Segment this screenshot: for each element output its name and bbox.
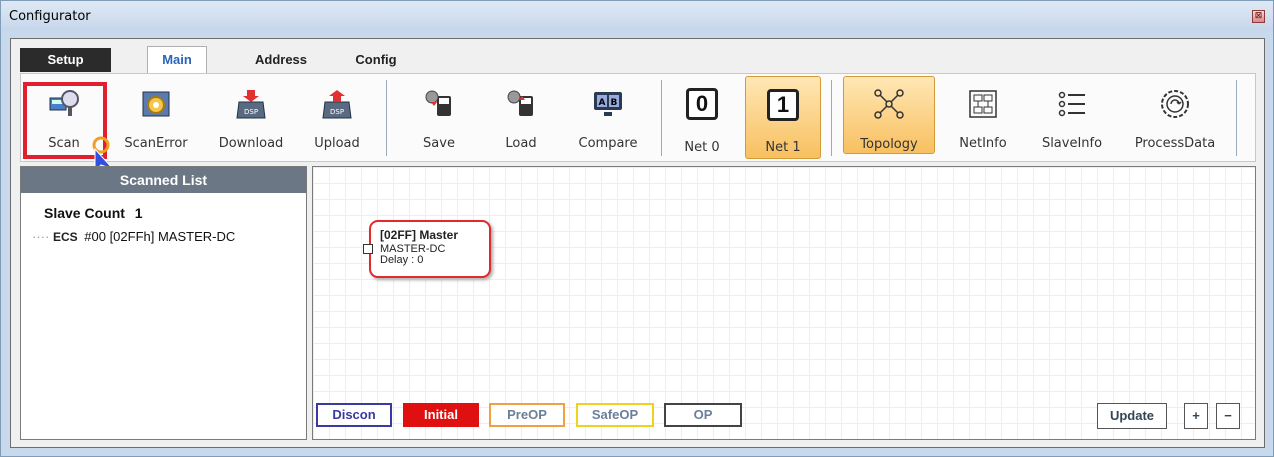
save-icon: [425, 90, 451, 116]
client-area: Setup Main Address Config Scan ScanError…: [10, 38, 1265, 448]
topology-button[interactable]: Topology: [843, 76, 935, 154]
node-title: [02FF] Master: [380, 228, 459, 242]
slave-item-label: #00 [02FFh] MASTER-DC: [84, 229, 236, 244]
download-button[interactable]: DSP Download: [214, 74, 288, 163]
main-ribbon: Scan ScanError DSP Download DSP Upload S…: [20, 73, 1256, 162]
net0-button[interactable]: 0 Net 0: [671, 74, 733, 163]
list-item[interactable]: ···· ECS #00 [02FFh] MASTER-DC: [32, 229, 235, 244]
master-node[interactable]: [02FF] Master MASTER-DC Delay : 0: [363, 220, 491, 278]
slave-count: Slave Count 1: [44, 205, 143, 221]
separator: [386, 80, 387, 156]
scanerror-button[interactable]: ScanError: [123, 74, 189, 163]
topology-label: Topology: [860, 137, 918, 152]
netinfo-icon: [969, 90, 997, 118]
title-bar: Configurator ⊠: [1, 1, 1273, 31]
topology-icon: [874, 89, 904, 119]
scanerror-label: ScanError: [124, 136, 188, 151]
scanerror-icon: [142, 91, 170, 117]
close-icon[interactable]: ⊠: [1252, 10, 1265, 23]
tab-bar: Setup Main Address Config: [20, 46, 1257, 74]
save-button[interactable]: Save: [409, 74, 469, 163]
tab-address[interactable]: Address: [246, 48, 316, 72]
slave-count-label: Slave Count: [44, 205, 125, 221]
net1-icon: 1: [767, 89, 799, 121]
load-label: Load: [505, 136, 537, 151]
separator: [661, 80, 662, 156]
scanned-list-header: Scanned List: [21, 167, 306, 193]
update-button[interactable]: Update: [1097, 403, 1167, 429]
compare-label: Compare: [578, 136, 638, 151]
compare-icon: A B: [594, 92, 622, 116]
net0-label: Net 0: [684, 140, 720, 155]
state-op[interactable]: OP: [664, 403, 742, 427]
separator: [831, 80, 832, 156]
ecs-icon: ECS: [52, 230, 78, 244]
tab-main[interactable]: Main: [147, 46, 207, 74]
net1-button[interactable]: 1 Net 1: [745, 76, 821, 159]
tab-config[interactable]: Config: [346, 48, 406, 72]
node-delay: Delay : 0: [380, 254, 424, 266]
processdata-icon: [1161, 90, 1189, 118]
state-safeop[interactable]: SafeOP: [576, 403, 654, 427]
net1-label: Net 1: [765, 140, 801, 155]
download-label: Download: [218, 136, 284, 151]
upload-icon: DSP: [322, 90, 352, 119]
processdata-button[interactable]: ProcessData: [1127, 74, 1223, 163]
load-icon: [507, 90, 533, 116]
state-discon[interactable]: Discon: [316, 403, 392, 427]
zoom-out-button[interactable]: −: [1216, 403, 1240, 429]
svg-text:DSP: DSP: [330, 108, 344, 116]
svg-text:A: A: [599, 98, 606, 108]
node-port[interactable]: [363, 244, 373, 254]
state-preop[interactable]: PreOP: [489, 403, 565, 427]
processdata-label: ProcessData: [1134, 136, 1216, 151]
slaveinfo-label: SlaveInfo: [1041, 136, 1103, 151]
tree-connector: ····: [32, 229, 50, 244]
download-icon: DSP: [236, 90, 266, 119]
netinfo-label: NetInfo: [959, 136, 1007, 151]
upload-button[interactable]: DSP Upload: [307, 74, 367, 163]
slaveinfo-button[interactable]: SlaveInfo: [1035, 74, 1109, 163]
net0-icon: 0: [686, 88, 718, 120]
svg-text:B: B: [611, 98, 618, 108]
scanned-list-panel: Scanned List Slave Count 1 ···· ECS #00 …: [20, 166, 307, 440]
slave-count-value: 1: [134, 205, 143, 221]
load-button[interactable]: Load: [491, 74, 551, 163]
state-initial[interactable]: Initial: [403, 403, 479, 427]
slaveinfo-icon: [1058, 91, 1085, 117]
window-title: Configurator: [9, 9, 91, 24]
topology-canvas[interactable]: [02FF] Master MASTER-DC Delay : 0 Discon…: [312, 166, 1256, 440]
separator: [1236, 80, 1237, 156]
compare-button[interactable]: A B Compare: [572, 74, 644, 163]
zoom-in-button[interactable]: +: [1184, 403, 1208, 429]
svg-text:DSP: DSP: [244, 108, 258, 116]
configurator-window: Configurator ⊠ Setup Main Address Config…: [0, 0, 1274, 457]
save-label: Save: [423, 136, 455, 151]
tab-setup[interactable]: Setup: [20, 48, 111, 72]
netinfo-button[interactable]: NetInfo: [949, 74, 1017, 163]
upload-label: Upload: [314, 136, 360, 151]
